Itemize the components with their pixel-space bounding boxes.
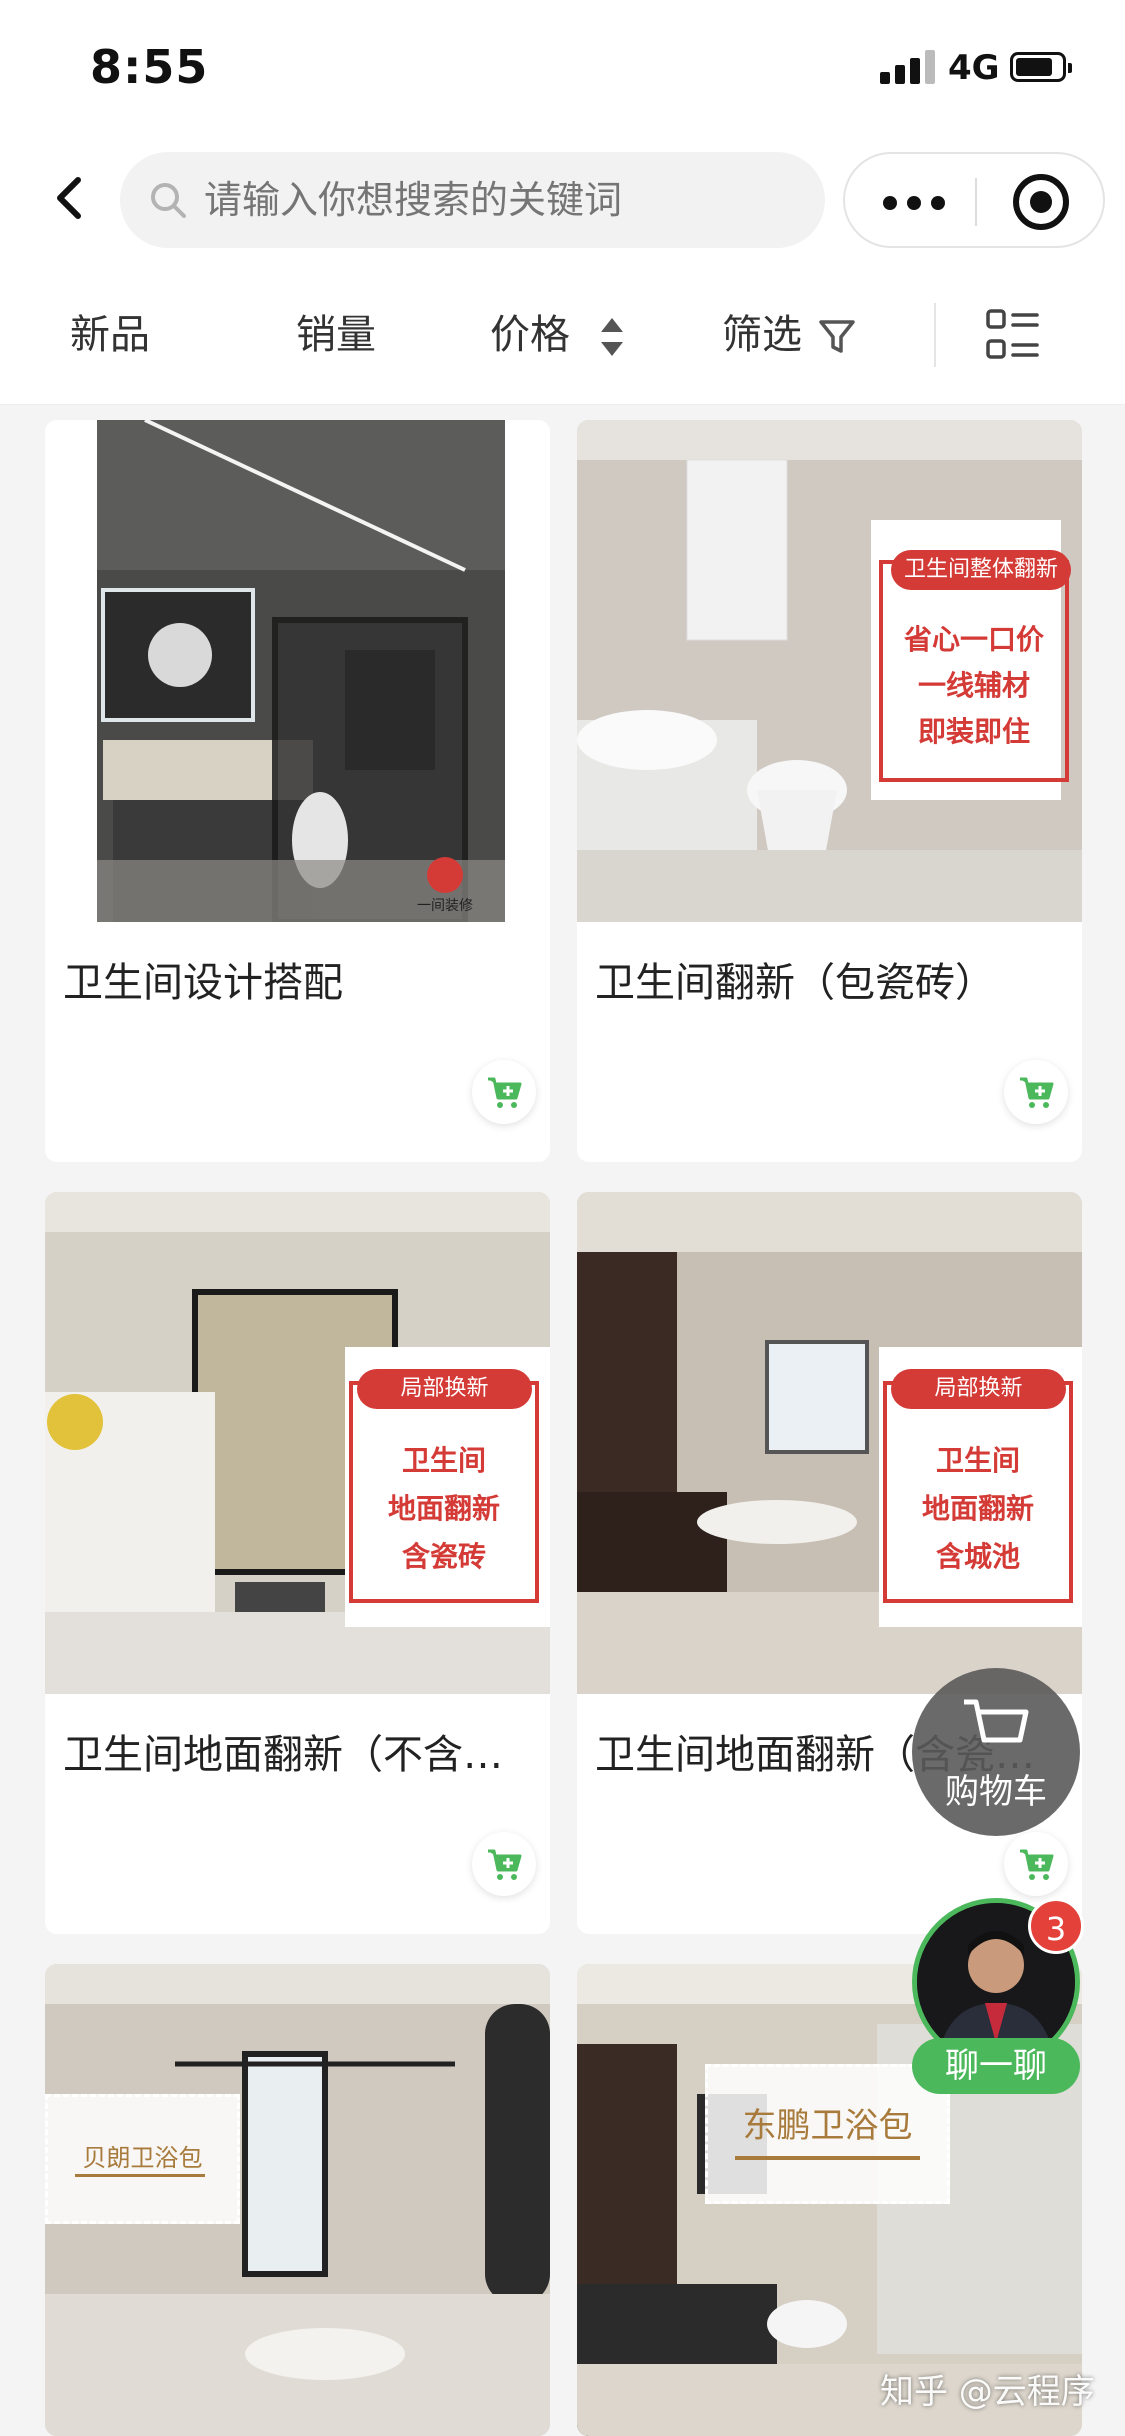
floating-cart-label: 购物车 [945,1772,1047,1812]
product-image: 卫生间整体翻新 省心一口价 一线辅材 即装即住 [577,420,1082,922]
sort-sales[interactable]: 销量 [296,305,376,365]
cart-icon [964,1699,1029,1743]
sort-divider [934,303,936,367]
sort-filter[interactable]: 筛选 [722,305,802,365]
product-image: 局部换新 卫生间 地面翻新 含瓷砖 [45,1192,550,1694]
product-image: 局部换新 卫生间 地面翻新 含城池 [577,1192,1082,1694]
promo-plain-label: 贝朗卫浴包 [82,2144,203,2172]
cart-plus-icon [488,1849,522,1880]
product-card[interactable]: 贝朗卫浴包 [45,1964,550,2436]
promo-overlay: 卫生间整体翻新 省心一口价 一线辅材 即装即住 [871,520,1071,800]
product-title: 卫生间翻新（包瓷砖） [595,960,995,1006]
floating-chat-button[interactable]: 3 聊一聊 [912,1898,1084,2094]
product-card[interactable]: 局部换新 卫生间 地面翻新 含瓷砖 卫生间地面翻新（不含瓷砖） [45,1192,550,1934]
product-card[interactable]: 卫生间整体翻新 省心一口价 一线辅材 即装即住 卫生间翻新（包瓷砖） [577,420,1082,1162]
watermark: 知乎 @云程序 [880,2372,1095,2412]
promo-overlay: 局部换新 卫生间 地面翻新 含瓷砖 [345,1347,550,1627]
cart-plus-icon [1020,1849,1054,1880]
search-header [0,140,1125,265]
search-box[interactable] [120,152,825,248]
close-mini-program-icon[interactable] [1013,174,1069,230]
promo-plain-label: 东鹏卫浴包 [742,2106,913,2146]
product-title: 卫生间地面翻新（不含瓷砖） [63,1732,533,1778]
status-time: 8:55 [90,40,209,94]
more-icon[interactable] [883,184,945,220]
add-to-cart-button[interactable] [472,1060,536,1124]
cart-plus-icon [1020,1077,1054,1108]
promo-tag: 局部换新 [891,1369,1066,1409]
network-type: 4G [948,48,1000,88]
promo-line: 含城池 [935,1540,1020,1573]
promo-line: 卫生间 [401,1444,486,1477]
svg-text:一间装修: 一间装修 [417,898,473,914]
product-image: 贝朗卫浴包 [45,1964,550,2436]
promo-line: 地面翻新 [387,1492,500,1525]
mini-program-capsule [843,152,1105,248]
promo-line: 省心一口价 [903,623,1044,656]
promo-line: 卫生间 [935,1444,1020,1477]
product-card[interactable]: 一间装修 卫生间设计搭配 [45,420,550,1162]
product-list-page: 8:55 4G 请输入你想搜索的关键词 新品 销量 价格 筛选 一间装修 卫生间… [0,0,1125,2436]
promo-tag: 局部换新 [357,1369,532,1409]
floating-cart-button[interactable]: 购物车 [912,1668,1080,1836]
cart-plus-icon [488,1077,522,1108]
promo-overlay: 局部换新 卫生间 地面翻新 含城池 [879,1347,1082,1627]
status-bar: 8:55 4G [0,0,1125,140]
chevron-left-icon [57,177,81,219]
promo-line: 含瓷砖 [401,1540,486,1573]
sort-bar: 新品 销量 价格 筛选 [0,265,1125,405]
sort-new[interactable]: 新品 [70,305,150,365]
promo-line: 即装即住 [917,715,1030,748]
chat-label: 聊一聊 [912,2038,1080,2094]
promo-tag: 卫生间整体翻新 [891,550,1071,590]
signal-icon [880,50,936,84]
promo-overlay: 贝朗卫浴包 [45,2094,240,2224]
product-title: 卫生间设计搭配 [63,960,343,1006]
back-button[interactable] [40,168,100,228]
capsule-divider [975,178,977,226]
search-icon [151,183,186,218]
add-to-cart-button[interactable] [1004,1060,1068,1124]
sort-arrows-icon [601,318,623,356]
sort-price[interactable]: 价格 [490,305,570,365]
battery-icon [1010,52,1072,82]
layout-toggle-icon[interactable] [985,307,1041,363]
promo-line: 地面翻新 [921,1492,1034,1525]
product-image: 一间装修 [45,420,550,922]
unread-badge: 3 [1028,1898,1084,1954]
promo-line: 一线辅材 [917,669,1030,702]
filter-icon [819,320,855,353]
add-to-cart-button[interactable] [472,1832,536,1896]
add-to-cart-button[interactable] [1004,1832,1068,1896]
search-input[interactable] [204,152,804,248]
